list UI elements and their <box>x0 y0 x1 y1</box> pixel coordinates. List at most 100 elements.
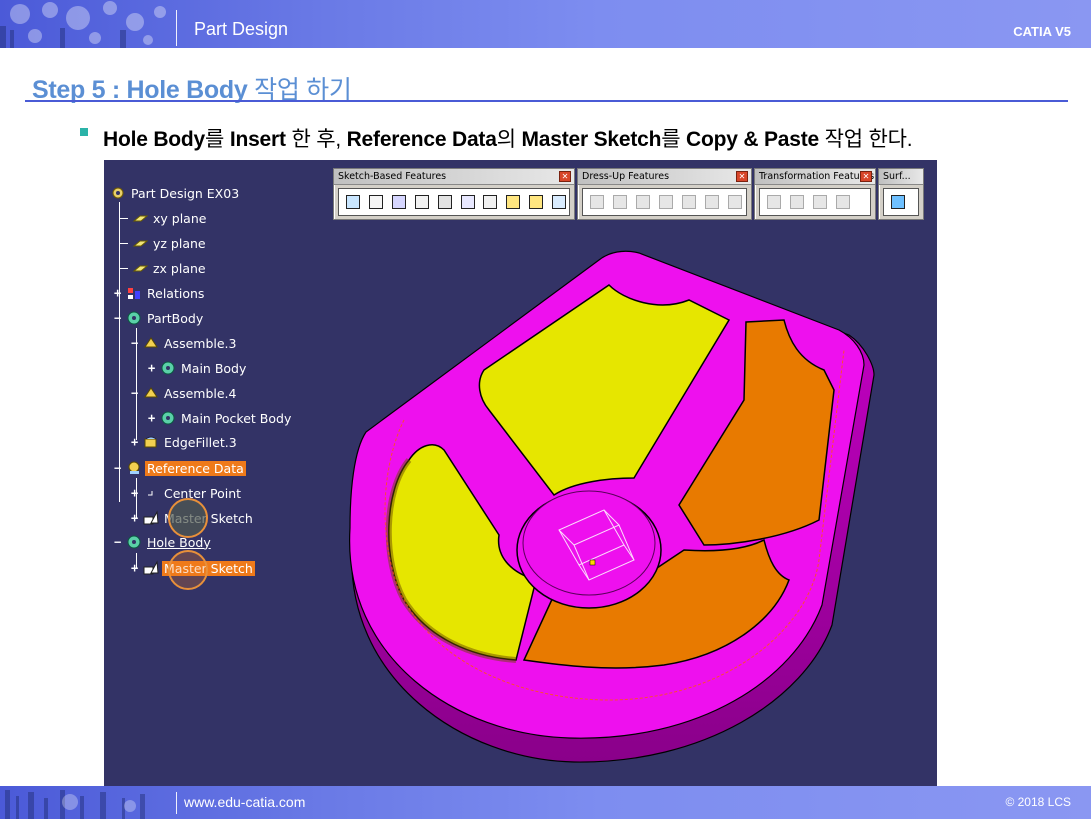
tree-root[interactable]: Part Design EX03 <box>110 183 241 203</box>
footer-website[interactable]: www.edu-catia.com <box>184 794 305 810</box>
toolbar-buttons <box>883 188 919 216</box>
tree-node-partbody[interactable]: − PartBody <box>114 308 205 328</box>
expand-icon[interactable]: + <box>131 562 140 574</box>
plane-icon <box>132 235 149 251</box>
toolbar-dress-up[interactable]: Dress-Up Features ✕ <box>577 168 752 220</box>
tree-label: EdgeFillet.3 <box>164 434 237 450</box>
bullet-part: Copy & Paste <box>686 128 820 151</box>
header-title: Part Design <box>194 19 289 39</box>
tree-label: Part Design EX03 <box>131 185 240 201</box>
toolbar-buttons <box>338 188 570 216</box>
collapse-icon[interactable]: − <box>114 312 123 324</box>
collapse-icon[interactable]: − <box>114 462 123 474</box>
plane-icon <box>132 210 149 226</box>
bullet-part: 작업 한다. <box>819 128 913 151</box>
center-point-marker <box>589 559 596 566</box>
multi-section-solid-icon[interactable] <box>526 192 546 212</box>
toolbar-transformation[interactable]: Transformation Features ✕ <box>754 168 876 220</box>
assemble-icon <box>143 385 159 401</box>
bullet-part: 한 후, <box>285 128 347 151</box>
draft-icon[interactable] <box>633 192 653 212</box>
tree-node-relations[interactable]: + Relations <box>114 283 206 303</box>
tree-node-reference-data[interactable]: − Reference Data <box>114 458 246 478</box>
split-icon[interactable] <box>888 192 908 212</box>
bullet-part: 의 <box>496 128 522 151</box>
translation-icon[interactable] <box>764 192 784 212</box>
remove-face-icon[interactable] <box>725 192 745 212</box>
header-band: Part Design CATIA V5 <box>0 0 1091 48</box>
body-gear-icon <box>160 410 176 426</box>
tree-node-main-body[interactable]: + Main Body <box>148 358 248 378</box>
pattern-icon[interactable] <box>810 192 830 212</box>
solid-combine-icon[interactable] <box>503 192 523 212</box>
edge-fillet-icon[interactable] <box>587 192 607 212</box>
paste-highlight-circle <box>168 550 208 590</box>
slot-icon[interactable] <box>480 192 500 212</box>
tree-node-main-pocket-body[interactable]: + Main Pocket Body <box>148 408 293 428</box>
hole-icon[interactable] <box>435 192 455 212</box>
close-icon[interactable]: ✕ <box>860 171 872 182</box>
tree-label: xy plane <box>153 210 207 226</box>
toolbar-sketch-based[interactable]: Sketch-Based Features ✕ <box>333 168 575 220</box>
expand-icon[interactable]: + <box>131 436 140 448</box>
shaft-icon[interactable] <box>389 192 409 212</box>
expand-icon[interactable]: + <box>131 512 140 524</box>
collapse-icon[interactable]: − <box>131 387 140 399</box>
tree-node-zx-plane[interactable]: zx plane <box>120 258 208 278</box>
tree-label: Assemble.4 <box>164 385 237 401</box>
toolbar-surface-based[interactable]: Surf... <box>878 168 924 220</box>
body-gear-icon <box>160 360 176 376</box>
collapse-icon[interactable]: − <box>131 337 140 349</box>
title-underline <box>25 100 1068 102</box>
toolbar-title: Sketch-Based Features ✕ <box>334 169 574 185</box>
expand-icon[interactable]: + <box>114 287 123 299</box>
thickness-icon[interactable] <box>679 192 699 212</box>
bullet-part: Hole Body <box>103 128 206 151</box>
chamfer-icon[interactable] <box>610 192 630 212</box>
pad-icon[interactable] <box>343 192 363 212</box>
thread-icon[interactable] <box>702 192 722 212</box>
plane-icon <box>132 260 149 276</box>
assemble-icon <box>143 335 159 351</box>
tree-label: yz plane <box>153 235 206 251</box>
tree-node-edgefillet-3[interactable]: + EdgeFillet.3 <box>131 432 239 452</box>
tree-node-assemble-3[interactable]: − Assemble.3 <box>131 333 238 353</box>
groove-icon[interactable] <box>412 192 432 212</box>
pocket-icon[interactable] <box>366 192 386 212</box>
header-divider <box>176 10 177 46</box>
sketch-icon <box>143 510 159 526</box>
expand-icon[interactable]: + <box>148 362 157 374</box>
expand-icon[interactable]: + <box>131 487 140 499</box>
header-decoration <box>0 1 166 48</box>
expand-icon[interactable]: + <box>148 412 157 424</box>
fillet-icon <box>143 434 159 450</box>
rib-icon[interactable] <box>458 192 478 212</box>
close-icon[interactable]: ✕ <box>559 171 571 182</box>
footer-band: www.edu-catia.com © 2018 LCS <box>0 786 1091 819</box>
collapse-icon[interactable]: − <box>114 536 123 548</box>
tree-label: Main Pocket Body <box>181 410 292 426</box>
catia-viewport[interactable]: Sketch-Based Features ✕ Dress-Up Features… <box>104 160 937 787</box>
tree-node-assemble-4[interactable]: − Assemble.4 <box>131 383 238 403</box>
shell-icon[interactable] <box>656 192 676 212</box>
tree-label: Main Body <box>181 360 247 376</box>
copy-highlight-circle <box>168 498 208 538</box>
bullet-part: Insert <box>229 128 286 151</box>
tree-label: zx plane <box>153 260 206 276</box>
footer-decoration <box>5 790 145 819</box>
close-icon[interactable]: ✕ <box>736 171 748 182</box>
point-icon <box>143 485 159 501</box>
tree-label: PartBody <box>147 310 204 326</box>
bullet-part: 를 <box>661 128 687 151</box>
toolbar-title: Surf... <box>879 169 923 185</box>
body-gear-icon <box>126 310 142 326</box>
removed-multi-section-icon[interactable] <box>549 192 569 212</box>
scaling-icon[interactable] <box>833 192 853 212</box>
product-name: CATIA V5 <box>1013 24 1071 39</box>
tree-label: Relations <box>147 285 205 301</box>
toolbar-buttons <box>759 188 871 216</box>
tree-label: Reference Data <box>145 460 246 476</box>
tree-node-yz-plane[interactable]: yz plane <box>120 233 208 253</box>
tree-node-xy-plane[interactable]: xy plane <box>120 208 208 228</box>
mirror-icon[interactable] <box>787 192 807 212</box>
